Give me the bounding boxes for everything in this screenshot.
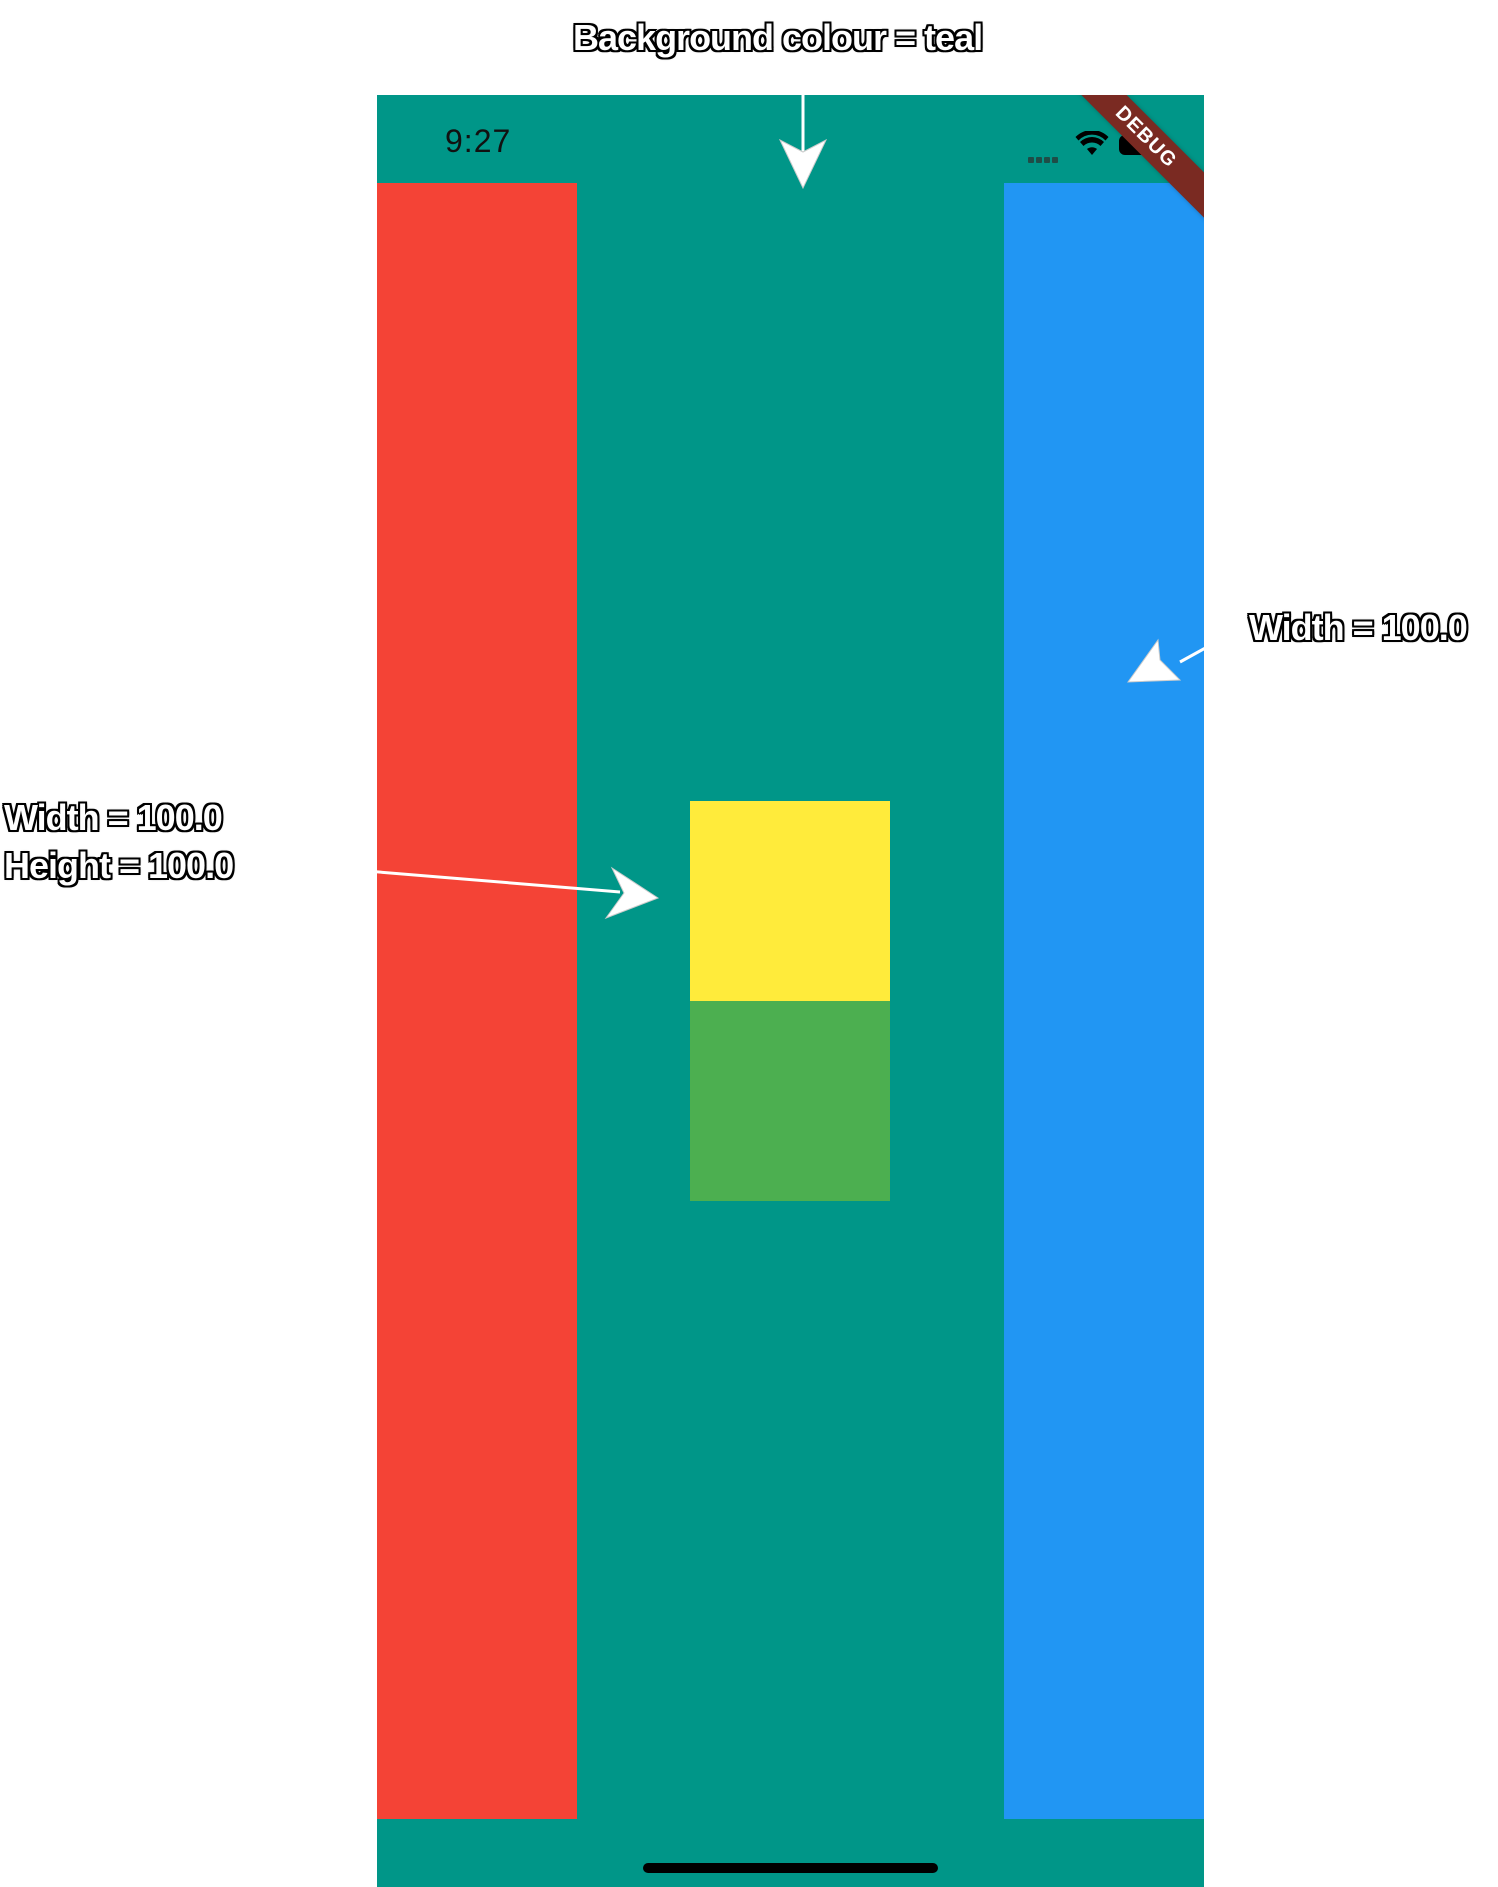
green-box [690,1001,890,1201]
yellow-box [690,801,890,1001]
right-blue-column [1004,183,1204,1819]
wifi-icon [1075,131,1109,155]
home-indicator [643,1863,938,1873]
phone-screen: 9:27 DEBUG [377,95,1204,1887]
annotation-yellow-width: Width = 100.0 [4,797,223,838]
annotation-yellow-size: Width = 100.0 Height = 100.0 [4,794,234,890]
left-red-column [377,183,577,1819]
cellular-signal-icon [1028,150,1066,163]
status-bar-time: 9:27 [445,123,512,159]
annotation-yellow-height: Height = 100.0 [4,845,234,886]
annotation-blue-width: Width = 100.0 [1249,607,1468,648]
annotation-background-colour: Background colour = teal [573,17,983,58]
